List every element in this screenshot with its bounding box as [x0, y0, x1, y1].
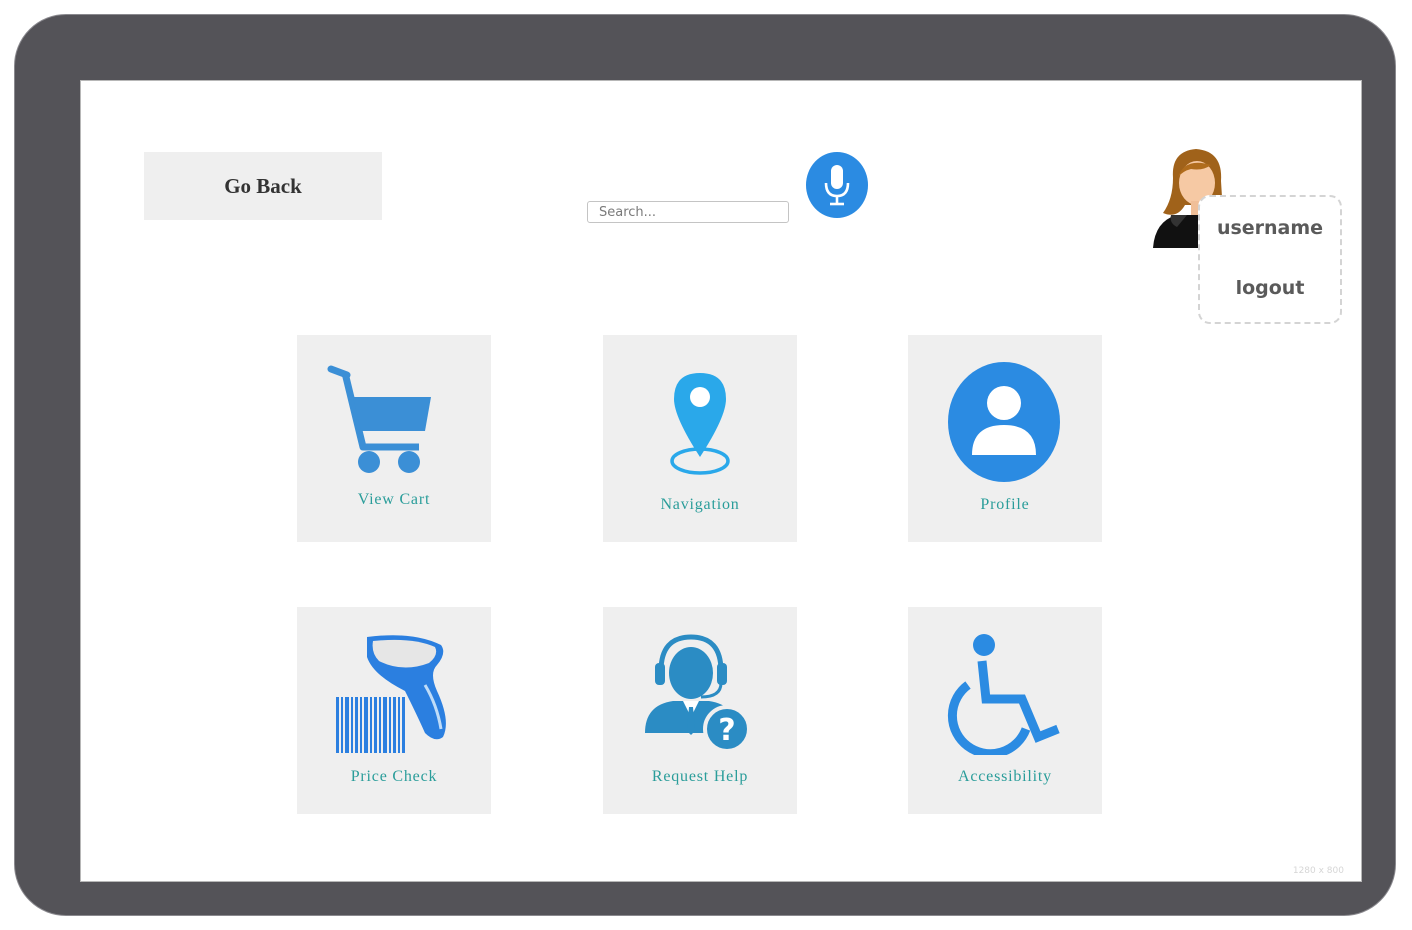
accessibility-label: Accessibility	[958, 768, 1052, 785]
wheelchair-icon	[947, 634, 1060, 755]
username-label[interactable]: username	[1200, 217, 1340, 239]
view-cart-label: View Cart	[357, 491, 431, 508]
voice-search-button[interactable]	[806, 152, 868, 218]
go-back-button[interactable]: Go Back	[144, 152, 382, 220]
search-input[interactable]	[587, 201, 789, 223]
price-check-label: Price Check	[350, 768, 438, 785]
profile-label: Profile	[980, 496, 1030, 513]
logout-button[interactable]: logout	[1200, 277, 1340, 299]
microphone-icon	[824, 165, 850, 206]
support-agent-icon: ?	[645, 634, 751, 753]
svg-text:?: ?	[718, 713, 735, 748]
barcode-scanner-icon	[336, 635, 446, 753]
request-help-label: Request Help	[651, 768, 749, 785]
view-cart-tile[interactable]: View Cart	[297, 335, 491, 542]
profile-tile[interactable]: Profile	[908, 335, 1102, 542]
accessibility-tile[interactable]: Accessibility	[908, 607, 1102, 814]
user-menu: username logout	[1198, 195, 1342, 324]
map-pin-icon	[670, 373, 730, 475]
navigation-label: Navigation	[660, 496, 740, 513]
app-screen: Go Back username logout	[80, 80, 1362, 882]
profile-icon	[948, 362, 1060, 482]
request-help-tile[interactable]: ? Request Help	[603, 607, 797, 814]
cart-icon	[327, 365, 431, 473]
device-frame: Go Back username logout	[14, 14, 1396, 916]
resolution-label: 1280 x 800	[1292, 866, 1344, 876]
price-check-tile[interactable]: Price Check	[297, 607, 491, 814]
navigation-tile[interactable]: Navigation	[603, 335, 797, 542]
